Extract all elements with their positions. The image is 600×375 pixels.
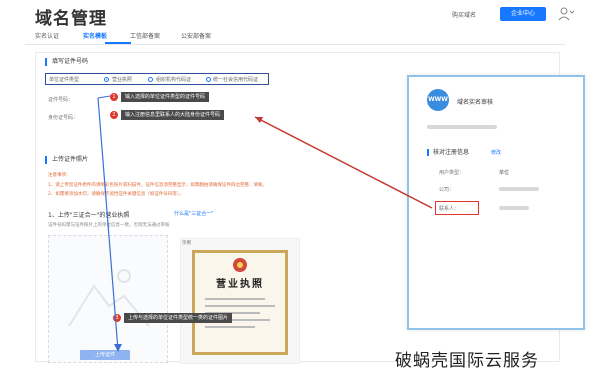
buy-domain-link[interactable]: 购买域名	[452, 10, 476, 19]
annotation-2: 输入注册信息里联系人的大陆身份证件号码	[121, 110, 225, 120]
page-title: 域名管理	[35, 9, 107, 29]
license-text-line	[205, 305, 275, 307]
upload-id-button[interactable]: 上传证件	[80, 350, 130, 360]
page: 域名管理 购买域名 企业中心 实名认证 实名模板 工信部备案 公安部备案 填写证…	[0, 0, 600, 375]
user-icon[interactable]	[558, 6, 575, 21]
radio-org-code[interactable]	[148, 77, 153, 82]
upload-drop-area[interactable]	[48, 235, 168, 363]
license-text-line	[205, 326, 255, 328]
radio-label-org-code[interactable]: 组织机构代码证	[156, 76, 191, 83]
tab-real-name-auth[interactable]: 实名认证	[35, 31, 59, 40]
license-sample-image: 营业执照	[192, 250, 288, 355]
radio-label-credit-code[interactable]: 统一社会信用代码证	[213, 76, 258, 83]
emblem-icon	[233, 258, 247, 272]
user-type-value: 单位	[499, 170, 510, 176]
section-upload-title: 上传证件照片	[45, 156, 88, 164]
real-name-review-popup: WWW 域名实名审核 核对注册信息 修改 用户类型： 单位 公司： 联系人：	[407, 75, 585, 330]
blurred-company	[499, 187, 539, 191]
sample-tag: 示例	[182, 241, 191, 246]
upload-step-1: 1、上传"三证合一"的营业执照	[48, 212, 130, 219]
annotation-marker-3: 3	[113, 314, 121, 322]
id-number-label: 证件号码：	[48, 97, 74, 103]
tab-bar: 实名认证 实名模板 工信部备案 公安部备案	[25, 29, 565, 45]
top-header: 域名管理 购买域名 企业中心	[0, 0, 600, 29]
tab-miit-filing[interactable]: 工信部备案	[130, 31, 160, 40]
tab-police-filing[interactable]: 公安部备案	[181, 31, 211, 40]
annotation-marker-2: 2	[110, 111, 118, 119]
notice-title: 注意事项：	[48, 173, 71, 178]
radio-credit-code[interactable]	[206, 77, 211, 82]
personal-id-label: 身份证号码：	[48, 115, 79, 121]
annotation-marker-1: 1	[110, 93, 118, 101]
license-text-line	[205, 298, 265, 300]
annotation-3: 上传与选择的单位证件类型统一类的证件图片	[124, 313, 233, 323]
radio-group-label: 单位证件类型	[49, 77, 80, 83]
three-in-one-link[interactable]: 什么是"三证合一"	[174, 210, 214, 217]
blurred-contact	[499, 206, 529, 210]
radio-label-business-license[interactable]: 营业执照	[112, 76, 132, 83]
notice-line-1: 1、请上传您证件原件的清晰彩色照片或扫描件，证件信息须完整显示，如需翻拍请确保证…	[48, 183, 267, 188]
watermark: 破蜗壳国际云服务	[395, 351, 539, 371]
contact-label: 联系人：	[439, 206, 460, 212]
company-label: 公司：	[439, 187, 455, 193]
blurred-text	[427, 125, 497, 129]
popup-title: 域名实名审核	[457, 99, 494, 106]
www-icon: WWW	[427, 89, 449, 111]
tab-real-name-template[interactable]: 实名模板	[83, 31, 107, 40]
radio-business-license[interactable]	[104, 77, 109, 82]
section-id-number-title: 填写证件号码	[45, 58, 88, 66]
upload-hint: 证件号码需与证件照片上的单位信息一致，否则无法通过审核	[48, 223, 170, 228]
annotation-1: 输入选择的单位证件类型的证件号码	[121, 92, 210, 102]
edit-link[interactable]: 修改	[491, 149, 501, 156]
notice-line-2: 2、如需要添加水印，请确保不遮挡证件关键信息（如证件号码等）。	[48, 192, 184, 197]
id-type-radio-group: 单位证件类型 营业执照 组织机构代码证 统一社会信用代码证	[45, 73, 269, 85]
user-type-label: 用户类型：	[439, 170, 465, 176]
license-title: 营业执照	[216, 279, 264, 290]
active-tab-indicator	[105, 42, 131, 44]
popup-section-title: 核对注册信息	[427, 149, 469, 156]
enterprise-center-button[interactable]: 企业中心	[500, 7, 546, 21]
